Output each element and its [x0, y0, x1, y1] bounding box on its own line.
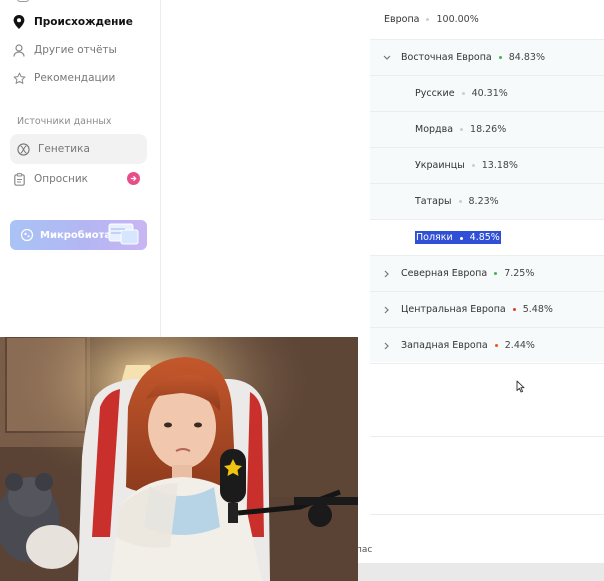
data-sources-heading: Источники данных	[17, 116, 112, 127]
clipboard-icon	[12, 172, 26, 186]
source-item-questionnaire[interactable]: Опросник	[12, 167, 88, 191]
tree-row-tatars[interactable]: Татары 8.23%	[370, 184, 604, 220]
tree-row-value: 40.31%	[471, 88, 508, 99]
tree-row-value: 7.25%	[504, 268, 535, 279]
nav-item-label: Рекомендации	[34, 72, 116, 84]
nav-item-recommendations[interactable]: Рекомендации	[12, 66, 115, 90]
tree-row-root[interactable]: Европа 100.00%	[370, 0, 604, 40]
microbe-icon	[20, 228, 34, 242]
nav-item-origin[interactable]: Происхождение	[12, 10, 133, 34]
dna-icon	[16, 142, 30, 156]
star-icon	[12, 71, 26, 85]
tree-row-mordva[interactable]: Мордва 18.26%	[370, 112, 604, 148]
microbiota-label: Микробиота	[40, 229, 112, 241]
region-dot	[512, 308, 516, 311]
region-dot	[461, 92, 465, 95]
region-dot	[494, 344, 498, 347]
tree-row-value: 8.23%	[468, 196, 499, 207]
nav-item-label: Происхождение	[34, 16, 133, 28]
tree-row-label: Северная Европа	[401, 268, 488, 279]
cropped-nav-icon	[17, 0, 29, 2]
webcam-overlay	[0, 337, 358, 581]
nav-item-label: Другие отчёты	[34, 44, 117, 56]
region-dot	[459, 237, 463, 240]
divider	[370, 514, 604, 515]
tree-row-value: 2.44%	[504, 340, 535, 351]
tree-row-value: 13.18%	[481, 160, 518, 171]
tree-row-northern-europe[interactable]: Северная Европа 7.25%	[370, 256, 604, 292]
tree-row-label: Центральная Европа	[401, 304, 506, 315]
tree-row-label: Поляки	[416, 232, 453, 243]
tree-row-label: Украинцы	[415, 160, 465, 171]
selected-text-highlight: Поляки 4.85%	[415, 231, 501, 244]
tree-row-label: Западная Европа	[401, 340, 488, 351]
tree-row-value: 5.48%	[522, 304, 553, 315]
tree-row-label: Татары	[415, 196, 452, 207]
divider	[370, 436, 604, 437]
tree-row-eastern-europe[interactable]: Восточная Европа 84.83%	[370, 40, 604, 76]
region-dot	[494, 272, 498, 275]
microbiota-button[interactable]: Микробиота	[10, 220, 147, 250]
source-item-genetics[interactable]: Генетика	[10, 134, 147, 164]
tree-row-poles[interactable]: Поляки 4.85%	[370, 220, 604, 256]
footer-partial-text: пас	[356, 545, 373, 555]
nav-item-other-reports[interactable]: Другие отчёты	[12, 38, 117, 62]
tree-row-central-europe[interactable]: Центральная Европа 5.48%	[370, 292, 604, 328]
mouse-cursor-icon	[516, 380, 525, 393]
streamer-webcam-image	[0, 337, 358, 581]
region-dot	[460, 128, 464, 131]
person-icon	[12, 43, 26, 57]
chevron-right-icon[interactable]	[382, 305, 392, 315]
tree-row-western-europe[interactable]: Западная Европа 2.44%	[370, 328, 604, 364]
kit-box-illustration	[108, 223, 139, 245]
tree-row-value: 4.85%	[469, 232, 500, 243]
region-dot	[498, 56, 502, 59]
chevron-right-icon[interactable]	[382, 269, 392, 279]
tree-row-label: Русские	[415, 88, 455, 99]
region-dot	[458, 200, 462, 203]
region-dot	[471, 164, 475, 167]
tree-row-value: 100.00%	[436, 14, 479, 25]
horizontal-scrollbar[interactable]	[358, 563, 604, 581]
arrow-right-icon[interactable]	[127, 172, 140, 185]
tree-row-value: 84.83%	[508, 52, 545, 63]
tree-row-value: 18.26%	[470, 124, 507, 135]
tree-row-label: Мордва	[415, 124, 454, 135]
ancestry-tree: Европа 100.00% Восточная Европа 84.83% Р…	[370, 0, 604, 364]
region-dot	[426, 18, 430, 21]
chevron-down-icon[interactable]	[382, 53, 392, 63]
map-pin-icon	[12, 15, 26, 29]
source-item-label: Генетика	[38, 143, 90, 155]
tree-row-russians[interactable]: Русские 40.31%	[370, 76, 604, 112]
source-item-label: Опросник	[34, 173, 89, 185]
tree-row-label: Европа	[384, 14, 420, 25]
chevron-right-icon[interactable]	[382, 341, 392, 351]
tree-row-label: Восточная Европа	[401, 52, 492, 63]
tree-row-ukrainians[interactable]: Украинцы 13.18%	[370, 148, 604, 184]
